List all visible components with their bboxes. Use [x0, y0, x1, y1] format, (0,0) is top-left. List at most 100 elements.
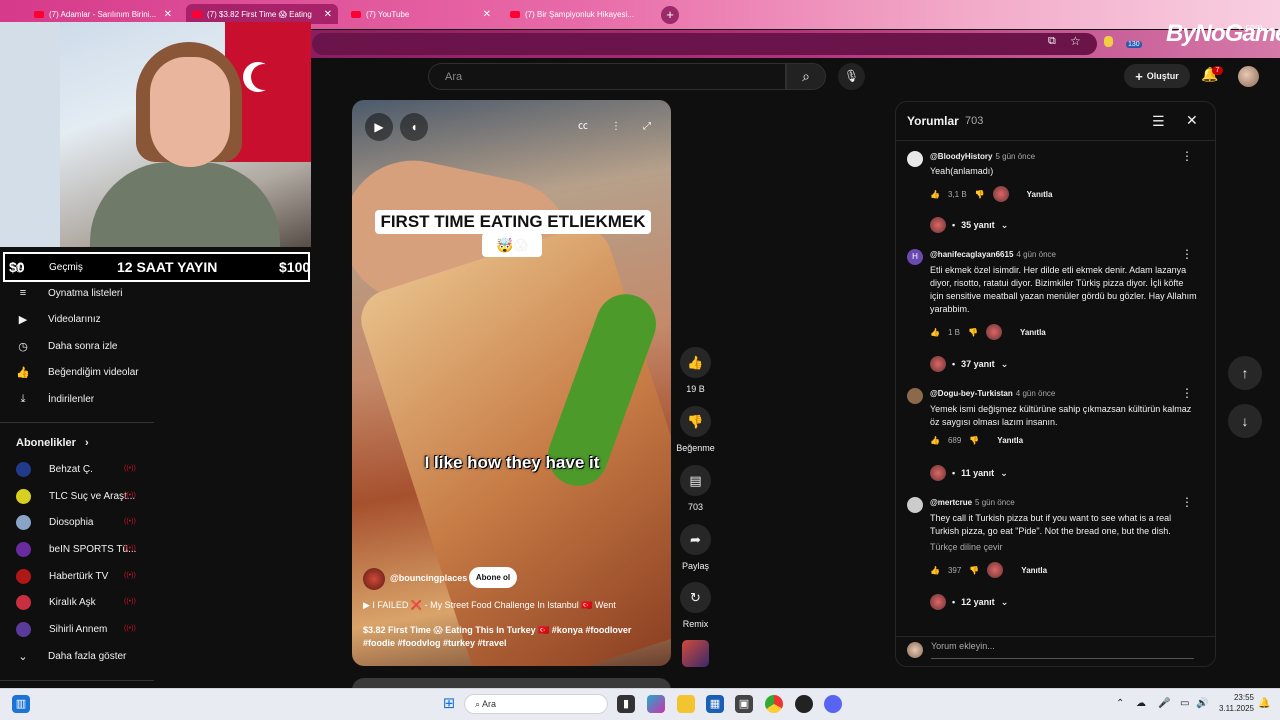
mic-tray-icon[interactable]: 🎤	[1158, 698, 1170, 709]
like-button[interactable]: 👍 19 B	[680, 347, 711, 394]
chrome-icon[interactable]	[765, 695, 783, 713]
subscriptions-header[interactable]: Abonelikler ›	[16, 437, 89, 449]
close-tab-icon[interactable]: ✕	[164, 9, 172, 20]
commenter-avatar[interactable]	[907, 151, 923, 167]
comment-author[interactable]: @Dogu-bey-Turkistan 4 gün önce	[930, 389, 1055, 398]
subscription-item[interactable]: Behzat Ç.	[16, 456, 138, 482]
close-tab-icon[interactable]: ✕	[324, 9, 332, 20]
playlist-link[interactable]: ▶ I FAILED ❌ - My Street Food Challenge …	[363, 600, 663, 611]
show-more-button[interactable]: ⌄ Daha fazla göster	[16, 643, 156, 669]
next-video-button[interactable]: ↓	[1228, 404, 1262, 438]
comment-author[interactable]: @mertcrue 5 gün önce	[930, 498, 1015, 507]
comment-author[interactable]: @BloodyHistory 5 gün önce	[930, 152, 1035, 161]
sidebar-item-liked[interactable]: 👍 Beğendiğim videolar	[16, 359, 156, 385]
store-icon[interactable]: ▦	[706, 695, 724, 713]
comments-button[interactable]: ▤ 703	[680, 465, 711, 512]
thumbs-down-icon[interactable]: 👎	[975, 190, 985, 199]
replies-toggle[interactable]: • 37 yanıt ⌄	[930, 356, 1008, 372]
translate-link[interactable]: Türkçe diline çevir	[930, 541, 1198, 554]
replies-toggle[interactable]: • 12 yanıt ⌄	[930, 594, 1008, 610]
search-input[interactable]: Ara	[428, 63, 786, 90]
subscription-item[interactable]: Habertürk TV	[16, 563, 138, 589]
browser-tab[interactable]: (7) Adamlar - Sarılınım Birini... ✕	[28, 4, 178, 24]
extension-icon[interactable]	[1104, 36, 1113, 47]
thumbs-up-icon[interactable]: 👍	[930, 566, 940, 575]
commenter-avatar[interactable]	[907, 497, 923, 513]
search-button[interactable]: ⌕	[786, 63, 826, 90]
remix-button[interactable]: ↻ Remix	[680, 582, 711, 629]
captions-button[interactable]: ㏄	[569, 116, 597, 138]
comment-author[interactable]: @hanifecaglayan6615 4 gün önce	[930, 250, 1056, 259]
new-tab-button[interactable]: +	[661, 6, 679, 24]
fullscreen-button[interactable]: ⤢	[633, 116, 661, 138]
thumbs-up-icon[interactable]: 👍	[930, 328, 940, 337]
subscribe-button[interactable]: Abone ol	[469, 567, 517, 588]
account-avatar[interactable]	[1238, 66, 1259, 87]
network-icon[interactable]: ▭	[1180, 698, 1189, 709]
thumbs-down-icon[interactable]: 👎	[968, 328, 978, 337]
reply-button[interactable]: Yanıtla	[1021, 566, 1047, 575]
comment-input[interactable]: Yorum ekleyin...	[931, 641, 1194, 659]
bookmark-star-icon[interactable]: ☆	[1070, 34, 1081, 48]
comment-more-icon[interactable]: ⋮	[1181, 149, 1193, 163]
commenter-avatar[interactable]: H	[907, 249, 923, 265]
notification-icon[interactable]: 🔔	[1258, 698, 1270, 709]
reply-button[interactable]: Yanıtla	[1020, 328, 1046, 337]
app-icon[interactable]	[795, 695, 813, 713]
install-icon[interactable]: ⧉	[1048, 35, 1056, 48]
thumbs-down-icon[interactable]: 👎	[969, 566, 979, 575]
comment-more-icon[interactable]: ⋮	[1181, 247, 1193, 261]
previous-video-button[interactable]: ↑	[1228, 356, 1262, 390]
audio-thumbnail[interactable]	[682, 640, 709, 667]
subscription-item[interactable]: Sihirli Annem	[16, 616, 138, 642]
channel-name[interactable]: @bouncingplaces	[390, 573, 467, 583]
commenter-avatar[interactable]	[907, 388, 923, 404]
extension-badge[interactable]: 130	[1126, 41, 1142, 48]
sidebar-item-downloads[interactable]: ⤓ İndirilenler	[16, 386, 156, 412]
browser-tab[interactable]: (7) YouTube ✕	[345, 4, 497, 24]
replies-toggle[interactable]: • 11 yanıt ⌄	[930, 465, 1008, 481]
sidebar-item-watch-later[interactable]: ◷ Daha sonra izle	[16, 333, 156, 359]
channel-avatar[interactable]	[363, 568, 385, 590]
comment-more-icon[interactable]: ⋮	[1181, 495, 1193, 509]
speaker-icon[interactable]: 🔊	[1196, 698, 1208, 709]
thumbs-up-icon[interactable]: 👍	[930, 436, 940, 445]
shorts-video-player[interactable]: ▶ ◖ ㏄ ⋮ ⤢ FIRST TIME EATING ETLIEKMEK 🤯😱…	[352, 100, 671, 666]
clock[interactable]: 23:55 3.11.2025	[1214, 692, 1254, 714]
reply-button[interactable]: Yanıtla	[997, 436, 1023, 445]
subscription-item[interactable]: beIN SPORTS Tü...	[16, 536, 138, 562]
subscription-item[interactable]: TLC Suç ve Araşt...	[16, 483, 138, 509]
sidebar-item-your-videos[interactable]: ▶ Videolarınız	[16, 306, 156, 332]
voice-search-button[interactable]: 🎙	[838, 63, 865, 90]
volume-button[interactable]: ◖	[400, 113, 428, 141]
subscription-item[interactable]: Kiralık Aşk	[16, 589, 138, 615]
taskbar-search[interactable]: ⌕ Ara	[464, 694, 608, 714]
sort-icon[interactable]: ☰	[1152, 113, 1165, 130]
tray-icon[interactable]: ☁	[1136, 698, 1146, 709]
browser-tab-active[interactable]: (7) $3.82 First Time 😱 Eating ✕	[186, 4, 338, 24]
sidebar-item-playlists[interactable]: ≡ Oynatma listeleri	[16, 280, 156, 306]
reply-button[interactable]: Yanıtla	[1027, 190, 1053, 199]
create-button[interactable]: + Oluştur	[1124, 64, 1190, 88]
start-windows-icon[interactable]: ⊞	[440, 695, 458, 713]
comment-more-icon[interactable]: ⋮	[1181, 386, 1193, 400]
dislike-button[interactable]: 👎 Beğenme	[676, 406, 715, 453]
sidebar-item-history[interactable]: Geçmiş	[49, 262, 83, 273]
browser-tab[interactable]: (7) Bir Şampiyonluk Hikayesi...	[504, 4, 654, 24]
app-icon[interactable]: ▣	[735, 695, 753, 713]
copilot-icon[interactable]	[647, 695, 665, 713]
close-tab-icon[interactable]: ✕	[483, 9, 491, 20]
share-button[interactable]: ➦ Paylaş	[680, 524, 711, 571]
discord-icon[interactable]	[824, 695, 842, 713]
widgets-icon[interactable]: ▥	[12, 695, 30, 713]
file-explorer-icon[interactable]	[677, 695, 695, 713]
thumbs-down-icon[interactable]: 👎	[969, 436, 979, 445]
thumbs-up-icon[interactable]: 👍	[930, 190, 940, 199]
play-button[interactable]: ▶	[365, 113, 393, 141]
subscription-item[interactable]: Diosophia	[16, 509, 138, 535]
close-icon[interactable]: ✕	[1186, 112, 1198, 129]
address-bar[interactable]	[312, 33, 1097, 55]
task-view-icon[interactable]: ▮	[617, 695, 635, 713]
more-options-button[interactable]: ⋮	[602, 116, 630, 138]
tray-chevron-up-icon[interactable]: ⌃	[1116, 698, 1124, 709]
